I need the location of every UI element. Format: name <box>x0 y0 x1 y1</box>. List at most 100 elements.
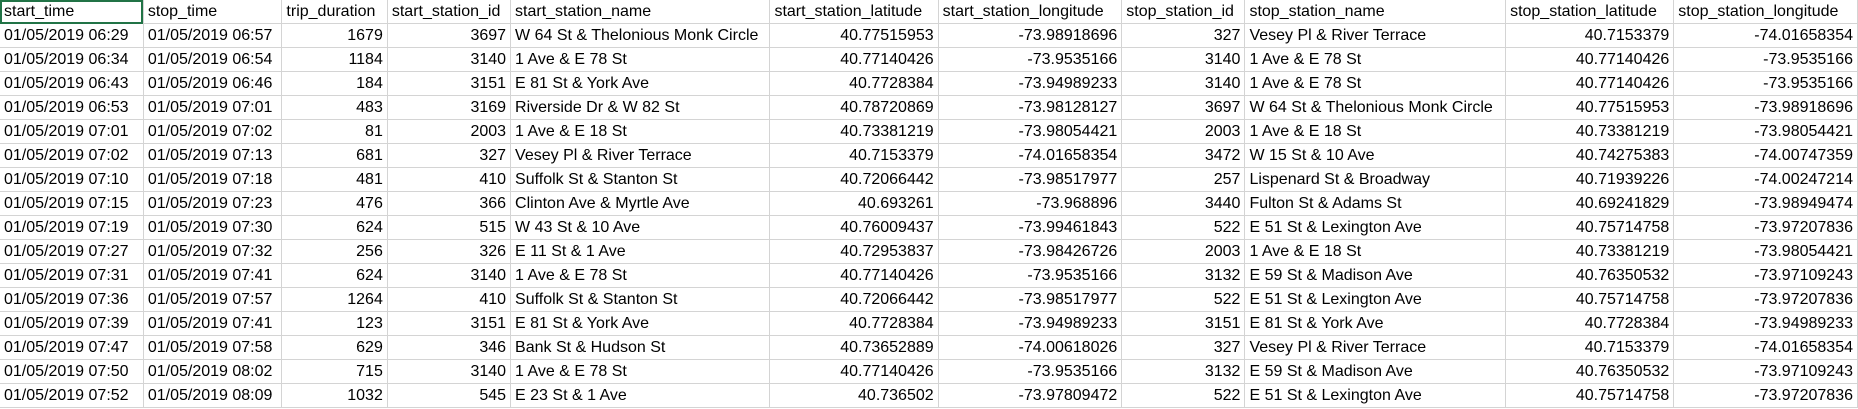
cell-stop-station-longitude[interactable]: -73.9535166 <box>1673 47 1858 72</box>
cell-start-station-longitude[interactable]: -73.9535166 <box>938 263 1123 288</box>
cell-stop-station-id[interactable]: 2003 <box>1121 119 1246 144</box>
cell-trip-duration[interactable]: 1679 <box>281 23 388 48</box>
cell-start-station-latitude[interactable]: 40.77515953 <box>769 23 939 48</box>
cell-start-time[interactable]: 01/05/2019 06:53 <box>0 95 144 120</box>
cell-start-station-latitude[interactable]: 40.72066442 <box>769 167 939 192</box>
cell-start-station-longitude[interactable]: -73.968896 <box>938 191 1123 216</box>
cell-stop-time[interactable]: 01/05/2019 07:01 <box>143 95 283 120</box>
cell-trip-duration[interactable]: 476 <box>281 191 388 216</box>
cell-start-station-id[interactable]: 326 <box>387 239 512 264</box>
cell-start-station-name[interactable]: Suffolk St & Stanton St <box>510 167 771 192</box>
cell-start-station-latitude[interactable]: 40.72066442 <box>769 287 939 312</box>
cell-start-station-longitude[interactable]: -73.98918696 <box>938 23 1123 48</box>
cell-start-station-id[interactable]: 3140 <box>387 47 512 72</box>
cell-start-station-longitude[interactable]: -73.98054421 <box>938 119 1123 144</box>
cell-stop-time[interactable]: 01/05/2019 07:41 <box>143 311 283 336</box>
cell-trip-duration[interactable]: 1264 <box>281 287 388 312</box>
cell-stop-station-name[interactable]: E 51 St & Lexington Ave <box>1244 287 1507 312</box>
cell-stop-station-id[interactable]: 3140 <box>1121 71 1246 96</box>
cell-stop-station-longitude[interactable]: -73.94989233 <box>1673 311 1858 336</box>
cell-start-station-latitude[interactable]: 40.77140426 <box>769 263 939 288</box>
cell-start-time[interactable]: 01/05/2019 07:36 <box>0 287 144 312</box>
cell-stop-station-latitude[interactable]: 40.77140426 <box>1505 71 1675 96</box>
cell-start-station-longitude[interactable]: -74.01658354 <box>938 143 1123 168</box>
cell-start-station-longitude[interactable]: -73.97809472 <box>938 383 1123 408</box>
cell-start-station-longitude[interactable]: -74.00618026 <box>938 335 1123 360</box>
cell-stop-time[interactable]: 01/05/2019 08:09 <box>143 383 283 408</box>
cell-start-station-name[interactable]: Vesey Pl & River Terrace <box>510 143 771 168</box>
cell-start-station-longitude[interactable]: -73.99461843 <box>938 215 1123 240</box>
cell-start-time[interactable]: 01/05/2019 07:50 <box>0 359 144 384</box>
cell-stop-station-longitude[interactable]: -74.01658354 <box>1673 335 1858 360</box>
cell-stop-station-name[interactable]: E 59 St & Madison Ave <box>1244 359 1507 384</box>
cell-stop-station-id[interactable]: 522 <box>1121 287 1246 312</box>
cell-stop-station-latitude[interactable]: 40.7728384 <box>1505 311 1675 336</box>
cell-start-station-longitude[interactable]: -73.94989233 <box>938 71 1123 96</box>
cell-trip-duration[interactable]: 1032 <box>281 383 388 408</box>
cell-start-station-name[interactable]: Clinton Ave & Myrtle Ave <box>510 191 771 216</box>
cell-start-station-name[interactable]: E 23 St & 1 Ave <box>510 383 771 408</box>
cell-start-time[interactable]: 01/05/2019 07:52 <box>0 383 144 408</box>
cell-stop-time[interactable]: 01/05/2019 07:30 <box>143 215 283 240</box>
cell-start-station-longitude[interactable]: -73.9535166 <box>938 47 1123 72</box>
cell-stop-time[interactable]: 01/05/2019 07:23 <box>143 191 283 216</box>
cell-start-time[interactable]: 01/05/2019 07:10 <box>0 167 144 192</box>
cell-start-station-name[interactable]: E 81 St & York Ave <box>510 311 771 336</box>
cell-start-station-latitude[interactable]: 40.693261 <box>769 191 939 216</box>
cell-start-station-latitude[interactable]: 40.7153379 <box>769 143 939 168</box>
cell-start-station-id[interactable]: 410 <box>387 287 512 312</box>
cell-trip-duration[interactable]: 481 <box>281 167 388 192</box>
cell-stop-station-name[interactable]: 1 Ave & E 18 St <box>1244 119 1507 144</box>
cell-stop-station-longitude[interactable]: -73.97109243 <box>1673 263 1858 288</box>
cell-start-station-longitude[interactable]: -73.94989233 <box>938 311 1123 336</box>
cell-start-station-latitude[interactable]: 40.7728384 <box>769 311 939 336</box>
cell-stop-station-name[interactable]: E 59 St & Madison Ave <box>1244 263 1507 288</box>
cell-start-time[interactable]: 01/05/2019 06:34 <box>0 47 144 72</box>
cell-stop-station-name[interactable]: W 64 St & Thelonious Monk Circle <box>1244 95 1507 120</box>
cell-trip-duration[interactable]: 483 <box>281 95 388 120</box>
cell-stop-station-name[interactable]: Vesey Pl & River Terrace <box>1244 23 1507 48</box>
cell-stop-station-latitude[interactable]: 40.75714758 <box>1505 215 1675 240</box>
cell-start-station-latitude[interactable]: 40.73652889 <box>769 335 939 360</box>
cell-stop-station-id[interactable]: 3697 <box>1121 95 1246 120</box>
cell-stop-station-name[interactable]: 1 Ave & E 78 St <box>1244 71 1507 96</box>
cell-stop-time[interactable]: 01/05/2019 07:02 <box>143 119 283 144</box>
cell-trip-duration[interactable]: 624 <box>281 263 388 288</box>
cell-start-time[interactable]: 01/05/2019 06:29 <box>0 23 144 48</box>
cell-start-station-id[interactable]: 3169 <box>387 95 512 120</box>
cell-stop-station-longitude[interactable]: -73.97207836 <box>1673 287 1858 312</box>
cell-stop-station-longitude[interactable]: -73.97207836 <box>1673 383 1858 408</box>
cell-stop-time[interactable]: 01/05/2019 07:32 <box>143 239 283 264</box>
cell-stop-station-latitude[interactable]: 40.76350532 <box>1505 263 1675 288</box>
cell-start-station-name[interactable]: 1 Ave & E 78 St <box>510 47 771 72</box>
cell-start-time[interactable]: 01/05/2019 07:47 <box>0 335 144 360</box>
cell-start-station-latitude[interactable]: 40.77140426 <box>769 359 939 384</box>
cell-stop-station-id[interactable]: 2003 <box>1121 239 1246 264</box>
cell-stop-station-name[interactable]: Lispenard St & Broadway <box>1244 167 1507 192</box>
cell-stop-station-longitude[interactable]: -73.97207836 <box>1673 215 1858 240</box>
cell-trip-duration[interactable]: 1184 <box>281 47 388 72</box>
cell-stop-station-id[interactable]: 522 <box>1121 215 1246 240</box>
cell-stop-station-name[interactable]: 1 Ave & E 18 St <box>1244 239 1507 264</box>
cell-start-station-name[interactable]: W 43 St & 10 Ave <box>510 215 771 240</box>
cell-start-station-latitude[interactable]: 40.736502 <box>769 383 939 408</box>
cell-start-station-name[interactable]: Suffolk St & Stanton St <box>510 287 771 312</box>
column-header-stop-station-latitude[interactable]: stop_station_latitude <box>1505 0 1675 24</box>
cell-start-time[interactable]: 01/05/2019 07:39 <box>0 311 144 336</box>
cell-start-station-id[interactable]: 346 <box>387 335 512 360</box>
cell-trip-duration[interactable]: 629 <box>281 335 388 360</box>
cell-start-station-name[interactable]: E 11 St & 1 Ave <box>510 239 771 264</box>
cell-start-station-name[interactable]: 1 Ave & E 78 St <box>510 263 771 288</box>
cell-start-station-id[interactable]: 366 <box>387 191 512 216</box>
cell-start-station-name[interactable]: 1 Ave & E 18 St <box>510 119 771 144</box>
cell-start-station-longitude[interactable]: -73.98517977 <box>938 167 1123 192</box>
cell-trip-duration[interactable]: 624 <box>281 215 388 240</box>
cell-start-station-id[interactable]: 3140 <box>387 263 512 288</box>
column-header-start-station-id[interactable]: start_station_id <box>387 0 512 24</box>
cell-stop-station-longitude[interactable]: -73.9535166 <box>1673 71 1858 96</box>
cell-stop-station-latitude[interactable]: 40.73381219 <box>1505 239 1675 264</box>
cell-start-station-latitude[interactable]: 40.76009437 <box>769 215 939 240</box>
cell-start-time[interactable]: 01/05/2019 07:15 <box>0 191 144 216</box>
cell-stop-station-name[interactable]: E 51 St & Lexington Ave <box>1244 215 1507 240</box>
cell-stop-station-latitude[interactable]: 40.73381219 <box>1505 119 1675 144</box>
